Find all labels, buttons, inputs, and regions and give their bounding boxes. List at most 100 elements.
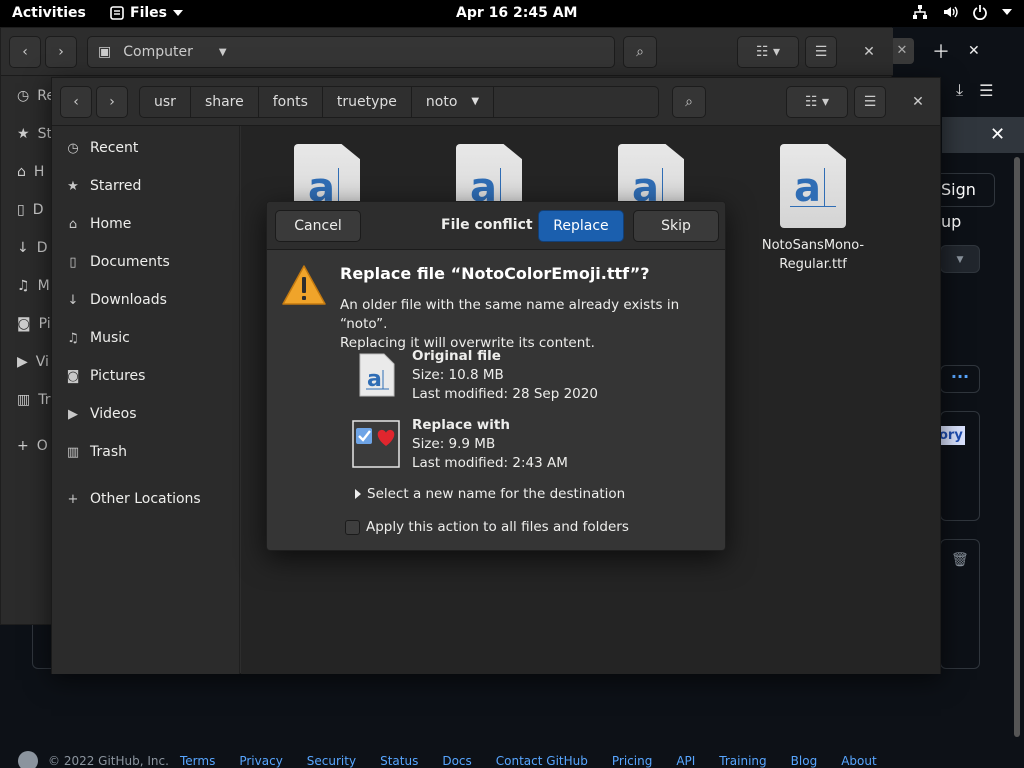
search-icon: ⌕ xyxy=(636,44,644,60)
menu-button[interactable]: ☰ xyxy=(805,36,837,68)
back-button[interactable]: ‹ xyxy=(60,86,92,118)
sidebar-item-pictures[interactable]: ◙ Pictures xyxy=(52,357,240,395)
dropdown-button[interactable]: ▼ xyxy=(940,245,980,273)
close-icon: ✕ xyxy=(912,94,924,110)
apply-all-row[interactable]: Apply this action to all files and folde… xyxy=(345,519,629,535)
footer-link[interactable]: Docs xyxy=(442,754,471,768)
footer-link[interactable]: About xyxy=(841,754,876,768)
sidebar-item-home[interactable]: ⌂ Home xyxy=(52,205,240,243)
view-toggle-button[interactable]: ☷ ▾ xyxy=(786,86,848,118)
file-name-line: NotoSansMono- xyxy=(761,238,865,253)
breadcrumb-item[interactable]: fonts xyxy=(259,87,323,117)
browser-scrollbar[interactable] xyxy=(1014,157,1020,737)
footer-link[interactable]: Privacy xyxy=(239,754,282,768)
breadcrumb-item-current[interactable]: noto ▼ xyxy=(412,87,495,117)
replace-button[interactable]: Replace xyxy=(538,210,624,242)
sidebar-item-starred[interactable]: ★ St xyxy=(17,126,52,142)
footer-link[interactable]: Status xyxy=(380,754,418,768)
trash-icon[interactable]: 🗑 xyxy=(951,552,969,568)
sidebar-item-videos[interactable]: ▶ Videos xyxy=(52,395,240,433)
activities-button[interactable]: Activities xyxy=(12,5,86,21)
back-button[interactable]: ‹ xyxy=(9,36,41,68)
footer-link[interactable]: Contact GitHub xyxy=(496,754,588,768)
search-button[interactable]: ⌕ xyxy=(623,36,657,68)
skip-button[interactable]: Skip xyxy=(633,210,719,242)
menu-button[interactable]: ☰ xyxy=(854,86,886,118)
chevron-left-icon: ‹ xyxy=(22,44,28,60)
sidebar-item-label: St xyxy=(37,126,52,142)
files-sidebar: ◷ Recent ★ Starred ⌂ Home ▯ Documents ↓ Downl… xyxy=(52,126,240,674)
sidebar-item-label: Videos xyxy=(90,406,137,422)
sidebar-item-music[interactable]: ♫ Music xyxy=(52,319,240,357)
font-file-icon: a xyxy=(359,353,395,397)
content-card: 🗑 xyxy=(940,539,980,669)
warning-icon xyxy=(282,265,326,305)
close-button[interactable]: ✕ xyxy=(853,36,885,68)
chevron-down-icon: ▼ xyxy=(218,46,227,58)
sidebar-item-documents[interactable]: ▯ Documents xyxy=(52,243,240,281)
sidebar-item-videos[interactable]: ▶ Vi xyxy=(17,354,49,370)
sidebar-item-home[interactable]: ⌂ H xyxy=(17,164,44,180)
search-button[interactable]: ⌕ xyxy=(672,86,706,118)
sidebar-item-label: D xyxy=(36,240,48,256)
sidebar-item-recent[interactable]: ◷ Recent xyxy=(52,129,240,167)
footer-link[interactable]: Pricing xyxy=(612,754,652,768)
original-file-info: Original file Size: 10.8 MB Last modifie… xyxy=(412,347,598,404)
footer-link[interactable]: Security xyxy=(307,754,356,768)
footer-link[interactable]: API xyxy=(676,754,695,768)
forward-button[interactable]: › xyxy=(96,86,128,118)
breadcrumb: usr share fonts truetype noto ▼ xyxy=(139,86,660,118)
rename-expander-label: Select a new name for the destination xyxy=(367,486,626,502)
sidebar-item-other-locations[interactable]: + O xyxy=(17,438,48,454)
sidebar-item-trash[interactable]: ▥ Tr xyxy=(17,392,50,408)
clock[interactable]: Apr 16 2:45 AM xyxy=(456,5,577,21)
breadcrumb-item[interactable]: usr xyxy=(140,87,191,117)
clock-icon: ◷ xyxy=(17,88,30,104)
sidebar-item-label: Recent xyxy=(90,140,139,156)
highlighted-link[interactable]: ory xyxy=(937,426,965,445)
sidebar-item-trash[interactable]: ▥ Trash xyxy=(52,433,240,471)
document-icon: ▯ xyxy=(69,254,77,270)
sidebar-item-label: M xyxy=(37,278,50,294)
hamburger-menu-icon[interactable]: ☰ xyxy=(979,81,993,100)
search-icon: ⌕ xyxy=(685,94,693,110)
sidebar-item-downloads[interactable]: ↓ Downloads xyxy=(52,281,240,319)
app-menu[interactable]: Files xyxy=(110,5,183,21)
download-icon[interactable]: ⤓ xyxy=(956,80,963,100)
forward-button[interactable]: › xyxy=(45,36,77,68)
system-tray[interactable] xyxy=(912,4,1012,20)
file-name[interactable]: NotoSansMono- Regular.ttf xyxy=(753,236,873,274)
apply-all-checkbox[interactable] xyxy=(345,519,360,535)
camera-icon: ◙ xyxy=(66,368,80,384)
breadcrumb-item[interactable]: truetype xyxy=(323,87,412,117)
sidebar-item-recent[interactable]: ◷ Re xyxy=(17,88,55,104)
github-logo-icon[interactable] xyxy=(18,751,38,768)
sidebar-item-pictures[interactable]: ◙ Pi xyxy=(17,316,51,332)
more-options-button[interactable]: ··· xyxy=(940,365,980,393)
sidebar-item-label: O xyxy=(36,438,48,454)
location-bar[interactable]: ▣ Computer ▼ xyxy=(87,36,615,68)
close-window-icon[interactable]: ✕ xyxy=(968,43,980,59)
close-button[interactable]: ✕ xyxy=(902,86,934,118)
rename-expander[interactable]: Select a new name for the destination xyxy=(355,486,625,502)
sidebar-item-documents[interactable]: ▯ D xyxy=(17,202,44,218)
cancel-button[interactable]: Cancel xyxy=(275,210,361,242)
sidebar-item-other-locations[interactable]: + Other Locations xyxy=(52,480,240,518)
github-footer: © 2022 GitHub, Inc. Terms Privacy Securi… xyxy=(0,751,1024,768)
sidebar-item-music[interactable]: ♫ M xyxy=(17,278,50,294)
home-icon: ⌂ xyxy=(17,164,26,180)
view-toggle-button[interactable]: ☷ ▾ xyxy=(737,36,799,68)
new-tab-icon[interactable]: ＋ xyxy=(932,38,950,64)
footer-link[interactable]: Terms xyxy=(180,754,215,768)
sidebar-item-label: D xyxy=(32,202,44,218)
footer-link[interactable]: Blog xyxy=(791,754,818,768)
font-file-icon[interactable]: a xyxy=(780,144,846,228)
footer-link[interactable]: Training xyxy=(719,754,766,768)
chevron-right-icon: › xyxy=(109,94,115,110)
sidebar-item-starred[interactable]: ★ Starred xyxy=(52,167,240,205)
breadcrumb-item[interactable]: share xyxy=(191,87,259,117)
close-icon[interactable]: ✕ xyxy=(990,124,1005,145)
chevron-down-icon: ▼ xyxy=(956,255,964,265)
sidebar-item-downloads[interactable]: ↓ D xyxy=(17,240,48,256)
close-tab-icon[interactable]: ✕ xyxy=(890,38,914,64)
